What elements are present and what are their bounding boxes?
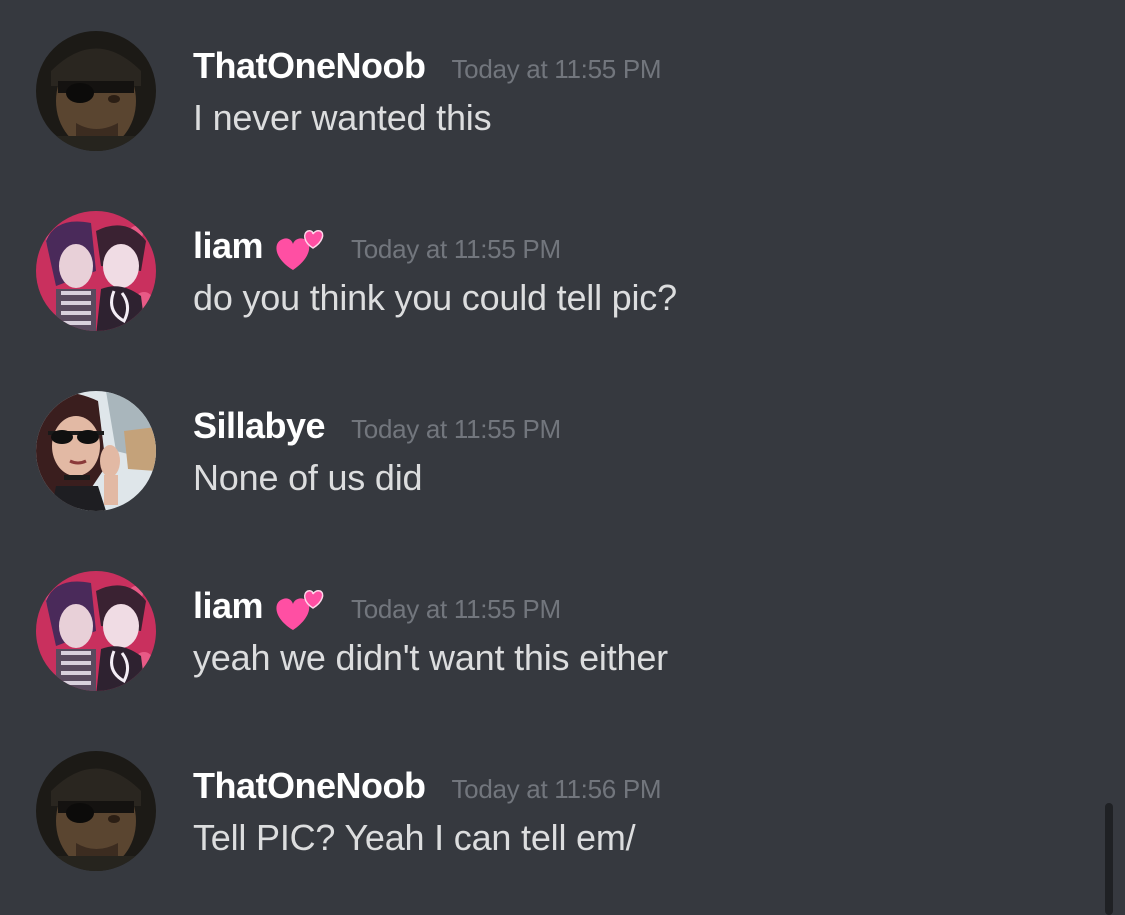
timestamp: Today at 11:55 PM (351, 234, 561, 264)
message-item: liam Today at 11:55 PM do you think you … (0, 211, 1100, 341)
drawn-couple-avatar (36, 211, 156, 331)
username[interactable]: liam (193, 585, 264, 627)
message-header: liam Today at 11:55 PM (193, 225, 561, 272)
message-header: liam Today at 11:55 PM (193, 585, 561, 632)
message-text: Tell PIC? Yeah I can tell em/ (193, 817, 636, 858)
eyepatch-soldier-avatar (36, 31, 156, 151)
username[interactable]: Sillabye (193, 405, 326, 447)
message-text: do you think you could tell pic? (193, 277, 677, 318)
avatar[interactable] (36, 751, 156, 871)
timestamp: Today at 11:55 PM (351, 594, 561, 624)
drawn-couple-avatar (36, 571, 156, 691)
timestamp: Today at 11:55 PM (451, 54, 662, 84)
avatar[interactable] (36, 31, 156, 151)
message-header: ThatOneNoob Today at 11:55 PM (193, 45, 662, 89)
sunglasses-girl-avatar (36, 391, 156, 511)
message-item: ThatOneNoob Today at 11:55 PM I never wa… (0, 31, 1100, 161)
avatar[interactable] (36, 211, 156, 331)
message-text: I never wanted this (193, 97, 492, 138)
eyepatch-soldier-avatar (36, 751, 156, 871)
scrollbar-thumb[interactable] (1105, 803, 1113, 915)
message-text: None of us did (193, 457, 423, 498)
message-header: Sillabye Today at 11:55 PM (193, 405, 561, 449)
message-text: yeah we didn't want this either (193, 637, 668, 678)
chat-message-list: ThatOneNoob Today at 11:55 PM I never wa… (0, 0, 1125, 915)
two-hearts-icon (275, 226, 325, 272)
message-item: liam Today at 11:55 PM yeah we didn't wa… (0, 571, 1100, 701)
timestamp: Today at 11:55 PM (351, 414, 561, 444)
avatar[interactable] (36, 391, 156, 511)
message-item: ThatOneNoob Today at 11:56 PM Tell PIC? … (0, 751, 1100, 881)
username[interactable]: ThatOneNoob (193, 765, 426, 807)
username[interactable]: liam (193, 225, 264, 267)
timestamp: Today at 11:56 PM (451, 774, 662, 804)
username[interactable]: ThatOneNoob (193, 45, 426, 87)
two-hearts-icon (275, 586, 325, 632)
message-header: ThatOneNoob Today at 11:56 PM (193, 765, 662, 809)
message-item: Sillabye Today at 11:55 PM None of us di… (0, 391, 1100, 521)
avatar[interactable] (36, 571, 156, 691)
